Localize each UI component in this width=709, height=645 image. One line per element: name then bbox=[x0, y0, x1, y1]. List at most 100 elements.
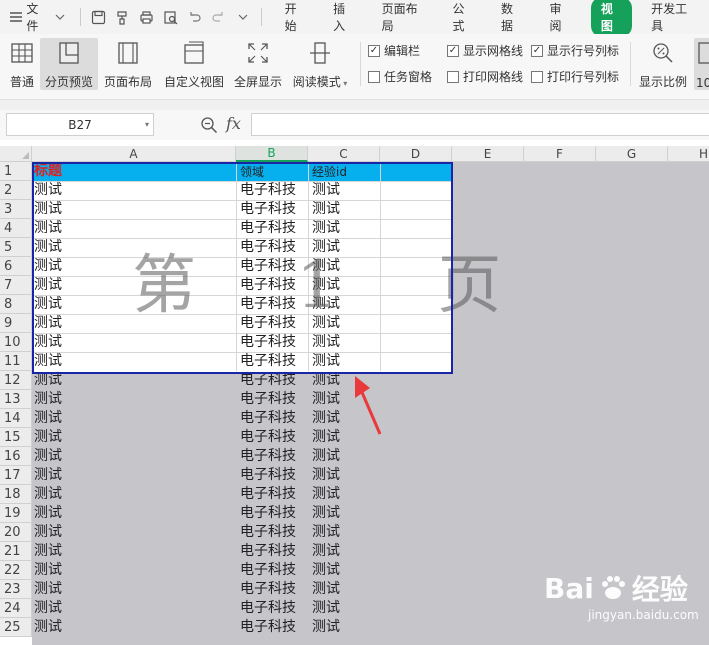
show-gridlines-checkbox[interactable]: ✓ 显示网格线 bbox=[447, 42, 523, 59]
column-header-f[interactable]: F bbox=[524, 146, 596, 162]
cell-a16[interactable]: 测试 bbox=[34, 447, 62, 466]
tab-page-layout[interactable]: 页面布局 bbox=[369, 0, 440, 34]
sheet-cells[interactable]: 标题 领域 经验id 测试 电子科技 测试 测试 电子科技 测试 测试 电子科技 测试 测试 电子科技 测试… bbox=[32, 162, 709, 645]
row-header-22[interactable]: 22 bbox=[0, 561, 32, 580]
cell-c16[interactable]: 测试 bbox=[312, 447, 340, 466]
column-header-g[interactable]: G bbox=[596, 146, 668, 162]
cell-b15[interactable]: 电子科技 bbox=[240, 428, 296, 447]
redo-icon[interactable] bbox=[211, 9, 227, 25]
cell-c17[interactable]: 测试 bbox=[312, 466, 340, 485]
row-header-8[interactable]: 8 bbox=[0, 295, 32, 314]
cell-b21[interactable]: 电子科技 bbox=[240, 542, 296, 561]
row-header-2[interactable]: 2 bbox=[0, 181, 32, 200]
cell-c18[interactable]: 测试 bbox=[312, 485, 340, 504]
cell-b18[interactable]: 电子科技 bbox=[240, 485, 296, 504]
zoom-100-button[interactable]: 10 bbox=[694, 38, 709, 90]
file-menu[interactable]: 文件 bbox=[0, 0, 76, 34]
print-gridlines-checkbox[interactable]: 打印网格线 bbox=[447, 68, 523, 85]
column-header-a[interactable]: A bbox=[32, 146, 236, 162]
page-break-preview-button[interactable]: 分页预览 bbox=[40, 38, 98, 90]
cell-c19[interactable]: 测试 bbox=[312, 504, 340, 523]
cell-a14[interactable]: 测试 bbox=[34, 409, 62, 428]
row-header-11[interactable]: 11 bbox=[0, 352, 32, 371]
row-header-4[interactable]: 4 bbox=[0, 219, 32, 238]
row-header-23[interactable]: 23 bbox=[0, 580, 32, 599]
cell-a21[interactable]: 测试 bbox=[34, 542, 62, 561]
row-header-18[interactable]: 18 bbox=[0, 485, 32, 504]
print-area-border[interactable] bbox=[32, 162, 453, 374]
print-preview-icon[interactable] bbox=[163, 9, 179, 25]
insert-function-icon[interactable]: fx bbox=[226, 114, 241, 133]
row-header-14[interactable]: 14 bbox=[0, 409, 32, 428]
row-header-5[interactable]: 5 bbox=[0, 238, 32, 257]
row-header-9[interactable]: 9 bbox=[0, 314, 32, 333]
tab-review[interactable]: 审阅 bbox=[536, 0, 584, 34]
cell-c15[interactable]: 测试 bbox=[312, 428, 340, 447]
row-header-13[interactable]: 13 bbox=[0, 390, 32, 409]
cell-a18[interactable]: 测试 bbox=[34, 485, 62, 504]
cell-b25[interactable]: 电子科技 bbox=[240, 618, 296, 637]
column-header-d[interactable]: D bbox=[380, 146, 452, 162]
cell-a13[interactable]: 测试 bbox=[34, 390, 62, 409]
row-header-6[interactable]: 6 bbox=[0, 257, 32, 276]
cell-c13[interactable]: 测试 bbox=[312, 390, 340, 409]
cell-a24[interactable]: 测试 bbox=[34, 599, 62, 618]
zoom-button[interactable]: 显示比例 bbox=[638, 38, 688, 90]
cell-b16[interactable]: 电子科技 bbox=[240, 447, 296, 466]
save-icon[interactable] bbox=[91, 9, 107, 25]
cell-b24[interactable]: 电子科技 bbox=[240, 599, 296, 618]
tab-formulas[interactable]: 公式 bbox=[440, 0, 488, 34]
search-icon[interactable] bbox=[200, 116, 218, 137]
custom-view-button[interactable]: 自定义视图 bbox=[162, 38, 226, 90]
show-headings-checkbox[interactable]: ✓ 显示行号列标 bbox=[531, 42, 619, 59]
tab-view[interactable]: 视图 bbox=[590, 0, 633, 37]
row-header-16[interactable]: 16 bbox=[0, 447, 32, 466]
tab-developer[interactable]: 开发工具 bbox=[638, 0, 709, 34]
cell-b19[interactable]: 电子科技 bbox=[240, 504, 296, 523]
cell-b20[interactable]: 电子科技 bbox=[240, 523, 296, 542]
tab-insert[interactable]: 插入 bbox=[320, 0, 368, 34]
cell-c14[interactable]: 测试 bbox=[312, 409, 340, 428]
edit-bar-checkbox[interactable]: ✓ 编辑栏 bbox=[368, 42, 420, 59]
cell-b17[interactable]: 电子科技 bbox=[240, 466, 296, 485]
format-painter-icon[interactable] bbox=[115, 9, 131, 25]
formula-input[interactable] bbox=[251, 113, 709, 136]
cell-b13[interactable]: 电子科技 bbox=[240, 390, 296, 409]
cell-c24[interactable]: 测试 bbox=[312, 599, 340, 618]
row-header-12[interactable]: 12 bbox=[0, 371, 32, 390]
cell-a19[interactable]: 测试 bbox=[34, 504, 62, 523]
select-all-corner[interactable] bbox=[0, 146, 32, 162]
cell-c20[interactable]: 测试 bbox=[312, 523, 340, 542]
row-header-21[interactable]: 21 bbox=[0, 542, 32, 561]
normal-view-button[interactable]: 普通 bbox=[6, 38, 38, 90]
fullscreen-button[interactable]: 全屏显示 bbox=[232, 38, 284, 90]
cell-a22[interactable]: 测试 bbox=[34, 561, 62, 580]
row-header-10[interactable]: 10 bbox=[0, 333, 32, 352]
cell-c23[interactable]: 测试 bbox=[312, 580, 340, 599]
row-header-20[interactable]: 20 bbox=[0, 523, 32, 542]
page-layout-view-button[interactable]: 页面布局 bbox=[102, 38, 154, 90]
row-header-19[interactable]: 19 bbox=[0, 504, 32, 523]
cell-a15[interactable]: 测试 bbox=[34, 428, 62, 447]
cell-b14[interactable]: 电子科技 bbox=[240, 409, 296, 428]
column-header-e[interactable]: E bbox=[452, 146, 524, 162]
column-header-c[interactable]: C bbox=[308, 146, 380, 162]
column-header-h[interactable]: H bbox=[668, 146, 709, 162]
cell-a17[interactable]: 测试 bbox=[34, 466, 62, 485]
column-header-b[interactable]: B bbox=[236, 146, 308, 162]
row-header-3[interactable]: 3 bbox=[0, 200, 32, 219]
reading-mode-button[interactable]: 阅读模式 ▾ bbox=[290, 38, 350, 90]
print-icon[interactable] bbox=[139, 9, 155, 25]
customize-toolbar-icon[interactable] bbox=[235, 9, 251, 25]
cell-b23[interactable]: 电子科技 bbox=[240, 580, 296, 599]
cell-a23[interactable]: 测试 bbox=[34, 580, 62, 599]
cell-a25[interactable]: 测试 bbox=[34, 618, 62, 637]
cell-b22[interactable]: 电子科技 bbox=[240, 561, 296, 580]
task-pane-checkbox[interactable]: 任务窗格 bbox=[368, 68, 432, 85]
row-header-24[interactable]: 24 bbox=[0, 599, 32, 618]
row-header-17[interactable]: 17 bbox=[0, 466, 32, 485]
cell-c21[interactable]: 测试 bbox=[312, 542, 340, 561]
row-header-7[interactable]: 7 bbox=[0, 276, 32, 295]
cell-c25[interactable]: 测试 bbox=[312, 618, 340, 637]
tab-data[interactable]: 数据 bbox=[488, 0, 536, 34]
